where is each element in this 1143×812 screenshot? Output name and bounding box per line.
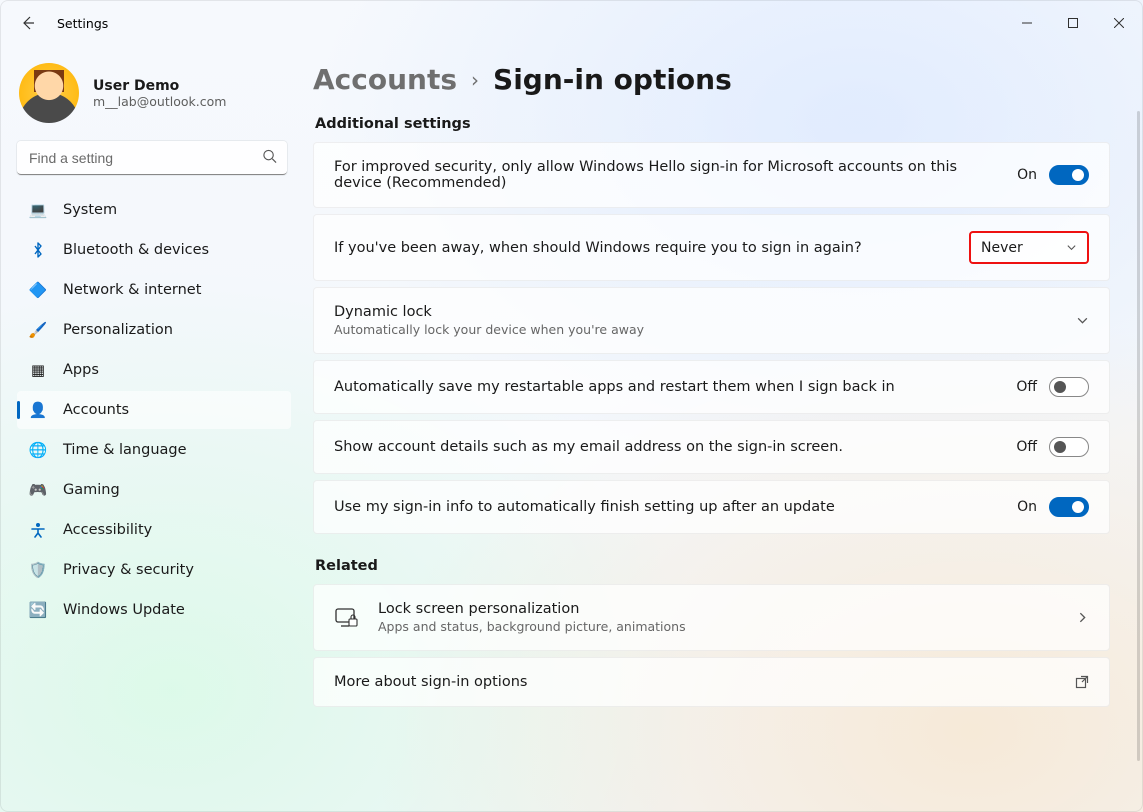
sidebar-item-bluetooth[interactable]: Bluetooth & devices bbox=[17, 231, 291, 269]
sidebar-item-label: Bluetooth & devices bbox=[63, 242, 209, 258]
system-icon: 💻 bbox=[29, 201, 47, 219]
setting-restart-apps-state: Off bbox=[1016, 379, 1037, 395]
window-controls bbox=[1004, 1, 1142, 45]
sidebar-item-label: Network & internet bbox=[63, 282, 201, 298]
sidebar-item-privacy[interactable]: 🛡️ Privacy & security bbox=[17, 551, 291, 589]
setting-finish-setup: Use my sign-in info to automatically fin… bbox=[313, 480, 1110, 534]
sidebar-item-accounts[interactable]: 👤 Accounts bbox=[17, 391, 291, 429]
sidebar-item-accessibility[interactable]: Accessibility bbox=[17, 511, 291, 549]
setting-hello-only-state: On bbox=[1017, 167, 1037, 183]
gaming-icon: 🎮 bbox=[29, 481, 47, 499]
maximize-button[interactable] bbox=[1050, 1, 1096, 45]
setting-dynamic-lock[interactable]: Dynamic lock Automatically lock your dev… bbox=[313, 287, 1110, 354]
personalization-icon: 🖌️ bbox=[29, 321, 47, 339]
chevron-down-icon bbox=[1066, 242, 1077, 253]
setting-away-signin-dropdown[interactable]: Never bbox=[969, 231, 1089, 264]
chevron-down-icon bbox=[1076, 314, 1089, 327]
breadcrumb-parent[interactable]: Accounts bbox=[313, 63, 457, 96]
bluetooth-icon bbox=[29, 242, 47, 258]
related-lockscreen-sub: Apps and status, background picture, ani… bbox=[378, 619, 1058, 634]
breadcrumb: Accounts › Sign-in options bbox=[313, 57, 1110, 110]
sidebar-item-label: Time & language bbox=[63, 442, 187, 458]
setting-restart-apps-toggle[interactable] bbox=[1049, 377, 1089, 397]
main-content: Accounts › Sign-in options Additional se… bbox=[301, 45, 1142, 811]
setting-finish-setup-toggle[interactable] bbox=[1049, 497, 1089, 517]
profile-block[interactable]: User Demo m__lab@outlook.com bbox=[17, 57, 291, 141]
accessibility-icon bbox=[29, 522, 47, 538]
profile-email: m__lab@outlook.com bbox=[93, 94, 226, 109]
related-more-title: More about sign-in options bbox=[334, 674, 1057, 690]
sidebar-item-label: Privacy & security bbox=[63, 562, 194, 578]
time-icon: 🌐 bbox=[29, 441, 47, 459]
setting-hello-only-text: For improved security, only allow Window… bbox=[334, 159, 1001, 191]
setting-finish-setup-text: Use my sign-in info to automatically fin… bbox=[334, 499, 1001, 515]
close-button[interactable] bbox=[1096, 1, 1142, 45]
sidebar-item-label: Windows Update bbox=[63, 602, 185, 618]
sidebar-item-system[interactable]: 💻 System bbox=[17, 191, 291, 229]
chevron-right-icon bbox=[1076, 611, 1089, 624]
sidebar-item-label: Personalization bbox=[63, 322, 173, 338]
minimize-button[interactable] bbox=[1004, 1, 1050, 45]
update-icon: 🔄 bbox=[29, 601, 47, 619]
section-additional-settings: Additional settings bbox=[315, 116, 1110, 132]
setting-show-details-state: Off bbox=[1016, 439, 1037, 455]
open-external-icon bbox=[1075, 675, 1089, 689]
sidebar-item-label: System bbox=[63, 202, 117, 218]
related-more[interactable]: More about sign-in options bbox=[313, 657, 1110, 707]
sidebar-item-label: Gaming bbox=[63, 482, 120, 498]
sidebar: User Demo m__lab@outlook.com 💻 System Blue… bbox=[1, 45, 301, 811]
setting-dynamic-lock-title: Dynamic lock bbox=[334, 304, 1060, 320]
back-button[interactable] bbox=[19, 14, 37, 32]
sidebar-item-gaming[interactable]: 🎮 Gaming bbox=[17, 471, 291, 509]
search-box[interactable] bbox=[17, 141, 287, 175]
setting-away-signin-value: Never bbox=[981, 240, 1023, 256]
search-input[interactable] bbox=[17, 141, 287, 175]
settings-window: Settings User Demo m__lab@outlook.com bbox=[0, 0, 1143, 812]
setting-restart-apps-text: Automatically save my restartable apps a… bbox=[334, 379, 1000, 395]
setting-restart-apps: Automatically save my restartable apps a… bbox=[313, 360, 1110, 414]
network-icon: 🔷 bbox=[29, 281, 47, 299]
page-title: Sign-in options bbox=[493, 63, 732, 96]
chevron-right-icon: › bbox=[471, 68, 479, 92]
sidebar-item-network[interactable]: 🔷 Network & internet bbox=[17, 271, 291, 309]
setting-finish-setup-state: On bbox=[1017, 499, 1037, 515]
sidebar-item-label: Accounts bbox=[63, 402, 129, 418]
setting-show-details-text: Show account details such as my email ad… bbox=[334, 439, 1000, 455]
sidebar-item-time[interactable]: 🌐 Time & language bbox=[17, 431, 291, 469]
related-lockscreen-title: Lock screen personalization bbox=[378, 601, 1058, 617]
setting-show-details-toggle[interactable] bbox=[1049, 437, 1089, 457]
nav-list: 💻 System Bluetooth & devices 🔷 Network & int… bbox=[17, 191, 291, 629]
setting-hello-only-toggle[interactable] bbox=[1049, 165, 1089, 185]
profile-name: User Demo bbox=[93, 78, 226, 94]
privacy-icon: 🛡️ bbox=[29, 561, 47, 579]
sidebar-item-label: Accessibility bbox=[63, 522, 152, 538]
sidebar-item-label: Apps bbox=[63, 362, 99, 378]
sidebar-item-personalization[interactable]: 🖌️ Personalization bbox=[17, 311, 291, 349]
avatar bbox=[19, 63, 79, 123]
scrollbar[interactable] bbox=[1137, 111, 1140, 761]
related-lockscreen[interactable]: Lock screen personalization Apps and sta… bbox=[313, 584, 1110, 651]
setting-dynamic-lock-sub: Automatically lock your device when you'… bbox=[334, 322, 1060, 337]
setting-show-details: Show account details such as my email ad… bbox=[313, 420, 1110, 474]
search-icon bbox=[262, 149, 277, 168]
setting-away-signin-text: If you've been away, when should Windows… bbox=[334, 240, 953, 256]
apps-icon: ▦ bbox=[29, 361, 47, 379]
section-related: Related bbox=[315, 558, 1110, 574]
sidebar-item-apps[interactable]: ▦ Apps bbox=[17, 351, 291, 389]
titlebar: Settings bbox=[1, 1, 1142, 45]
window-title: Settings bbox=[57, 16, 108, 31]
setting-away-signin: If you've been away, when should Windows… bbox=[313, 214, 1110, 281]
monitor-lock-icon bbox=[334, 607, 360, 629]
sidebar-item-update[interactable]: 🔄 Windows Update bbox=[17, 591, 291, 629]
setting-hello-only: For improved security, only allow Window… bbox=[313, 142, 1110, 208]
accounts-icon: 👤 bbox=[29, 401, 47, 419]
